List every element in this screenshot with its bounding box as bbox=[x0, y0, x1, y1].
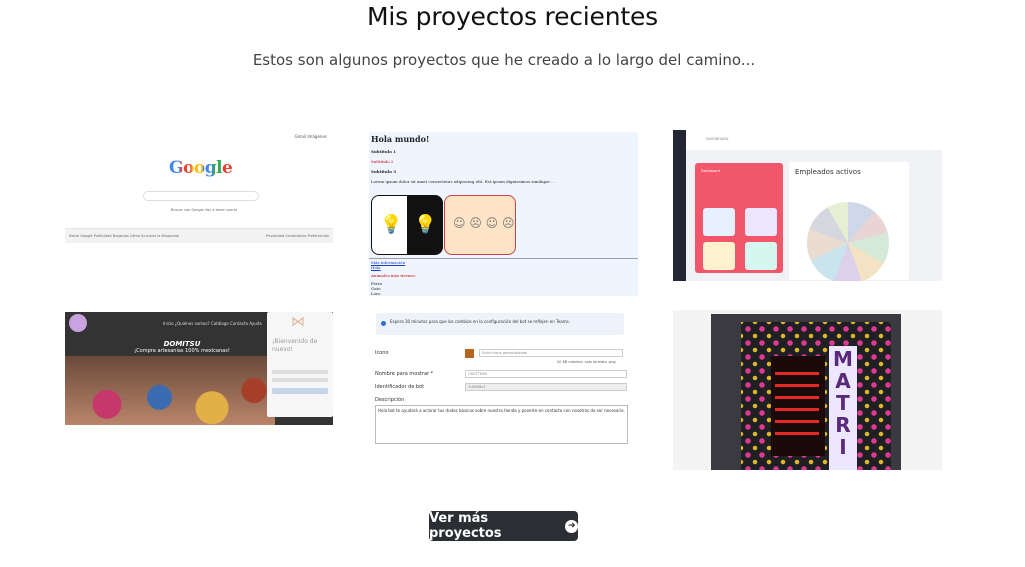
login-field bbox=[272, 378, 328, 382]
info-text: Espera 30 minutos para que los cambios e… bbox=[390, 319, 571, 324]
info-icon bbox=[381, 321, 386, 326]
sign-letter: T bbox=[836, 391, 850, 415]
doc-list-title: Animales más tiernos: bbox=[371, 273, 416, 278]
project-thumbnail-shop[interactable]: Inicio ¿Quiénes somos? Catálogo Contacto… bbox=[65, 312, 333, 425]
project-thumbnail-led[interactable]: MATRI bbox=[673, 310, 942, 470]
shop-brand: DOMITSU bbox=[163, 340, 201, 348]
sign-letter: I bbox=[839, 435, 847, 459]
doc-subtitle-3: Subtitulo 3 bbox=[371, 169, 397, 174]
faces-image: ☺ ☹ ☺ ☹ bbox=[444, 195, 516, 255]
led-lights bbox=[775, 372, 819, 442]
login-welcome: ¡Bienvenido de nuevo! bbox=[272, 338, 318, 353]
login-card: ⋈ ¡Bienvenido de nuevo! bbox=[267, 312, 333, 417]
bulb-icon: 💡 bbox=[414, 214, 437, 235]
dashboard-tile bbox=[745, 242, 777, 270]
bulb-image-dark: 💡 💡 bbox=[371, 195, 443, 255]
dashboard-sidebar bbox=[673, 130, 686, 281]
shop-nav-links: Inicio ¿Quiénes somos? Catálogo Contacto… bbox=[163, 321, 262, 326]
name-input: CBOTTEMS bbox=[465, 370, 627, 378]
icon-upload-input: Subir icono personalizado bbox=[479, 349, 623, 357]
dashboard-tile bbox=[703, 208, 735, 236]
shop-logo bbox=[69, 314, 87, 332]
botid-input: 3c6f6f8e1 bbox=[465, 383, 627, 391]
project-thumbnail-html[interactable]: Hola mundo! Subtitulo 1 Subtitulo 2 Subt… bbox=[369, 132, 638, 296]
arrow-right-icon: ➜ bbox=[565, 519, 578, 533]
icon-preview bbox=[465, 349, 474, 358]
botid-label: Identificador de bot bbox=[375, 384, 425, 390]
see-more-label: Ver más proyectos bbox=[429, 511, 502, 541]
shop-tagline: ¡Compra artesanías 100% mexicanas! bbox=[134, 348, 230, 354]
dashboard-tab: DASHBOARD bbox=[706, 137, 729, 141]
dashboard-header: DASHBOARD bbox=[686, 130, 942, 150]
info-banner: Espera 30 minutos para que los cambios e… bbox=[376, 313, 624, 335]
search-footer: Sobre Google Publicidad Negocios Cómo fu… bbox=[65, 228, 333, 243]
footer-left-links: Sobre Google Publicidad Negocios Cómo fu… bbox=[69, 234, 179, 238]
icon-hint: 20 KB máximo, solo formato .png bbox=[557, 360, 616, 364]
red-card-label: Dashboard bbox=[701, 169, 720, 173]
login-field bbox=[272, 370, 328, 374]
footer-right-links: Privacidad Condiciones Preferencias bbox=[265, 234, 329, 238]
description-textarea: Hola bot te ayudará a aclarar tus dudas … bbox=[375, 405, 628, 444]
see-more-projects-button[interactable]: Ver más proyectos ➜ bbox=[429, 511, 578, 541]
dashboard-tile bbox=[703, 242, 735, 270]
name-label: Nombre para mostrar * bbox=[375, 371, 434, 377]
login-button bbox=[272, 388, 328, 394]
doc-heading: Hola mundo! bbox=[371, 134, 430, 144]
section-title: Mis proyectos recientes bbox=[366, 2, 658, 31]
sign-letters: MATRI bbox=[829, 348, 857, 458]
icon-label: Icono bbox=[375, 350, 389, 356]
project-thumbnail-form[interactable]: Espera 30 minutos para que los cambios e… bbox=[369, 310, 638, 444]
search-logo: Google bbox=[169, 158, 233, 178]
sign-letter: A bbox=[835, 369, 851, 393]
doc-paragraph: Lorem ipsum dolor sit amet consectetur a… bbox=[371, 179, 555, 184]
divider bbox=[369, 258, 638, 259]
top-links: Gmail Imágenes bbox=[294, 134, 327, 139]
doc-list-item: Loro bbox=[371, 291, 381, 296]
employees-pie bbox=[807, 202, 889, 281]
doc-link-2: Hola bbox=[371, 265, 381, 270]
led-sign-photo: MATRI bbox=[711, 314, 901, 470]
sign-letter: R bbox=[835, 413, 851, 437]
doc-subtitle-1: Subtitulo 1 bbox=[371, 149, 397, 154]
description-label: Descripción bbox=[375, 397, 405, 403]
project-thumbnail-search[interactable]: Gmail Imágenes Google Buscar con Google … bbox=[65, 130, 333, 243]
baskets-photo bbox=[65, 356, 275, 425]
search-buttons: Buscar con Google Voy a tener suerte bbox=[171, 208, 238, 212]
faces-icon: ☺ ☹ ☺ ☹ bbox=[453, 216, 515, 230]
dashboard-tile bbox=[745, 208, 777, 236]
doc-subtitle-2: Subtitulo 2 bbox=[371, 159, 394, 164]
project-thumbnail-dashboard[interactable]: DASHBOARD Dashboard Empleados activos bbox=[673, 130, 942, 281]
employees-panel-title: Empleados activos bbox=[795, 168, 861, 176]
bow-icon: ⋈ bbox=[291, 314, 305, 330]
bulb-icon: 💡 bbox=[380, 214, 403, 235]
sign-letter: M bbox=[833, 347, 853, 371]
section-subtitle: Estos son algunos proyectos que he cread… bbox=[252, 51, 756, 69]
search-bar bbox=[143, 191, 259, 201]
employees-panel: Empleados activos bbox=[789, 162, 909, 281]
